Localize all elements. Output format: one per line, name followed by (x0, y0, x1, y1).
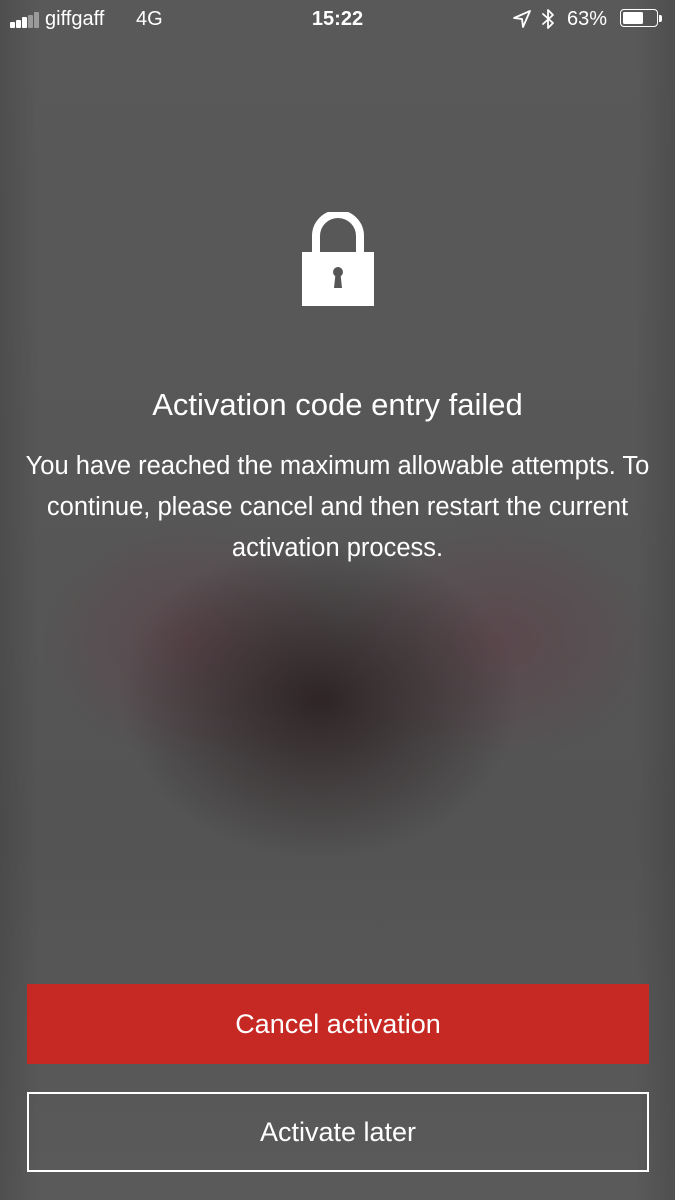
cancel-activation-button[interactable]: Cancel activation (27, 984, 649, 1064)
dialog-title: Activation code entry failed (152, 387, 523, 422)
activate-later-button[interactable]: Activate later (27, 1092, 649, 1172)
battery-percentage: 63% (567, 8, 608, 30)
activate-later-label: Activate later (259, 1116, 417, 1147)
dialog-message: You have reached the maximum allowable a… (25, 452, 650, 562)
status-bar: giffgaff 4G 15:22 63% (0, 0, 675, 40)
location-icon (513, 10, 531, 28)
lock-icon (302, 212, 374, 306)
battery-icon (620, 9, 666, 29)
app-screen: giffgaff 4G 15:22 63% Activation code en… (0, 0, 675, 1200)
cancel-activation-label: Cancel activation (235, 1008, 441, 1039)
bluetooth-icon (542, 9, 554, 29)
